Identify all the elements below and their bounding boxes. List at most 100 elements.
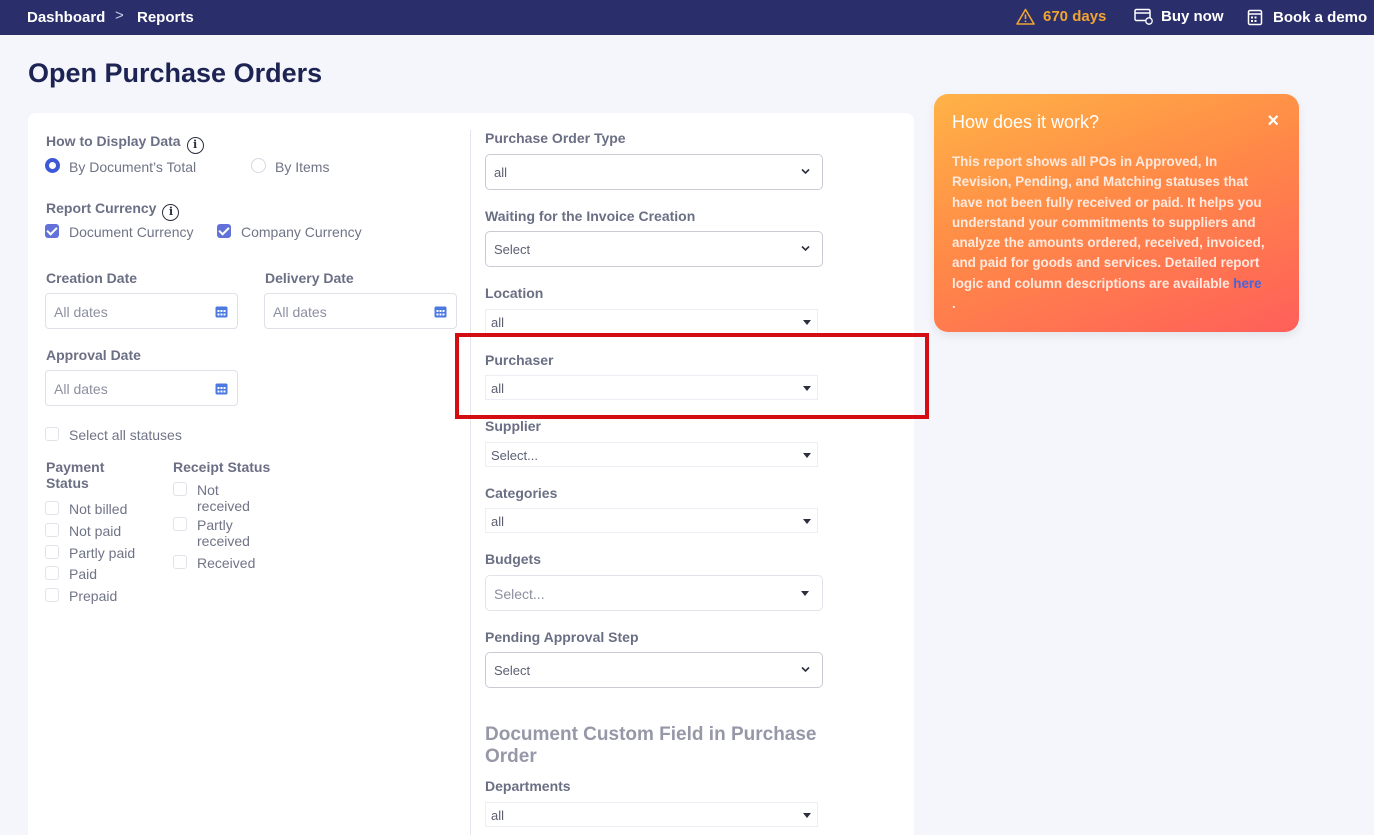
calendar-icon (434, 306, 447, 318)
receipt-status-label: Receipt Status (173, 459, 271, 475)
caret-down-icon (803, 320, 811, 325)
budgets-label: Budgets (485, 551, 541, 567)
chevron-down-icon (801, 666, 810, 673)
supplier-select[interactable]: Select... (485, 442, 818, 467)
chevron-down-icon (801, 168, 810, 175)
warning-icon (1016, 8, 1035, 25)
location-label: Location (485, 285, 544, 301)
caret-down-icon (803, 813, 811, 818)
calendar-icon (215, 383, 228, 395)
categories-value: all (491, 514, 505, 529)
custom-field-section-heading: Document Custom Field in Purchase Order (485, 724, 817, 767)
close-icon[interactable]: × (1267, 110, 1279, 133)
departments-select[interactable]: all (485, 802, 818, 827)
approval-date-input[interactable]: All dates (45, 370, 238, 406)
payment-not-paid-label[interactable]: Not paid (69, 523, 121, 539)
payment-partly-paid-label[interactable]: Partly paid (69, 545, 135, 561)
help-title: How does it work? (952, 112, 1100, 132)
checkbox-partly-received[interactable] (173, 517, 187, 531)
pending-step-label: Pending Approval Step (485, 629, 639, 645)
checkbox-company-currency[interactable] (217, 224, 231, 238)
checkbox-not-billed[interactable] (45, 501, 59, 515)
budgets-select[interactable]: Select... (485, 575, 823, 611)
checkbox-label-company-currency[interactable]: Company Currency (241, 224, 362, 240)
checkbox-label-document-currency[interactable]: Document Currency (69, 224, 194, 240)
approval-date-label: Approval Date (46, 347, 141, 363)
info-icon[interactable]: i (186, 137, 204, 154)
radio-label-by-items[interactable]: By Items (275, 159, 329, 175)
departments-value: all (491, 808, 505, 823)
location-select[interactable]: all (485, 309, 818, 334)
creation-date-placeholder: All dates (54, 304, 108, 320)
pending-step-select[interactable]: Select (485, 652, 823, 688)
waiting-invoice-select[interactable]: Select (485, 231, 823, 267)
receipt-not-received-label[interactable]: Not received (197, 482, 267, 514)
column-divider (470, 130, 471, 835)
buy-now-button[interactable]: Buy now (1134, 8, 1224, 25)
checkbox-received[interactable] (173, 555, 187, 569)
checkbox-document-currency[interactable] (45, 224, 59, 238)
payment-not-billed-label[interactable]: Not billed (69, 501, 127, 517)
top-bar: Dashboard > Reports 670 days Buy now Boo… (0, 0, 1374, 35)
chevron-down-icon (801, 245, 810, 252)
page-title: Open Purchase Orders (28, 58, 323, 88)
supplier-label: Supplier (485, 418, 542, 434)
categories-label: Categories (485, 485, 558, 501)
departments-label: Departments (485, 778, 571, 794)
radio-label-by-document-total[interactable]: By Document’s Total (69, 159, 196, 175)
select-all-statuses-label[interactable]: Select all statuses (69, 427, 182, 443)
receipt-received-label[interactable]: Received (197, 555, 255, 571)
breadcrumb-dashboard[interactable]: Dashboard (27, 9, 105, 26)
payment-status-label: Payment Status (46, 459, 105, 491)
breadcrumb-separator: > (115, 7, 124, 24)
checkbox-paid[interactable] (45, 566, 59, 580)
book-demo-label: Book a demo (1273, 8, 1368, 26)
waiting-invoice-label: Waiting for the Invoice Creation (485, 208, 696, 224)
calendar-icon (1247, 9, 1263, 26)
breadcrumb-reports[interactable]: Reports (137, 9, 194, 26)
radio-by-items[interactable] (251, 158, 266, 173)
report-currency-heading: Report Currency i (46, 200, 180, 221)
display-data-label: How to Display Data (46, 133, 181, 149)
categories-select[interactable]: all (485, 508, 818, 533)
help-text-end: . (952, 296, 956, 312)
info-icon[interactable]: i (162, 204, 180, 221)
book-demo-button[interactable]: Book a demo (1247, 8, 1367, 26)
po-type-label: Purchase Order Type (485, 130, 626, 146)
delivery-date-label: Delivery Date (265, 270, 354, 286)
buy-now-label: Buy now (1161, 8, 1224, 25)
po-type-value: all (494, 165, 508, 180)
display-data-heading: How to Display Data i (46, 133, 204, 154)
help-body: This report shows all POs in Approved, I… (952, 152, 1267, 314)
delivery-date-input[interactable]: All dates (264, 293, 457, 329)
calendar-icon (215, 306, 228, 318)
trial-days-indicator[interactable]: 670 days (1016, 8, 1106, 25)
po-type-select[interactable]: all (485, 154, 823, 190)
supplier-value: Select... (491, 448, 538, 463)
checkbox-not-paid[interactable] (45, 523, 59, 537)
checkbox-not-received[interactable] (173, 482, 187, 496)
delivery-date-placeholder: All dates (273, 304, 327, 320)
radio-by-document-total[interactable] (45, 158, 60, 173)
waiting-invoice-value: Select (494, 242, 531, 257)
purchaser-highlight-box (455, 333, 929, 419)
pending-step-value: Select (494, 663, 531, 678)
creation-date-input[interactable]: All dates (45, 293, 238, 329)
report-currency-label: Report Currency (46, 200, 157, 216)
checkbox-prepaid[interactable] (45, 588, 59, 602)
receipt-partly-received-label[interactable]: Partly received (197, 517, 267, 549)
checkbox-partly-paid[interactable] (45, 545, 59, 559)
caret-down-icon (801, 591, 809, 596)
trial-days-text: 670 days (1043, 8, 1107, 25)
checkbox-select-all-statuses[interactable] (45, 427, 59, 441)
payment-prepaid-label[interactable]: Prepaid (69, 588, 117, 604)
receipt-icon (1134, 8, 1153, 25)
payment-paid-label[interactable]: Paid (69, 566, 97, 582)
caret-down-icon (803, 519, 811, 524)
creation-date-label: Creation Date (46, 270, 138, 286)
help-card: How does it work? × This report shows al… (934, 94, 1299, 332)
caret-down-icon (803, 453, 811, 458)
help-text: This report shows all POs in Approved, I… (952, 154, 1265, 291)
help-link[interactable]: here (1233, 276, 1261, 291)
approval-date-placeholder: All dates (54, 381, 108, 397)
